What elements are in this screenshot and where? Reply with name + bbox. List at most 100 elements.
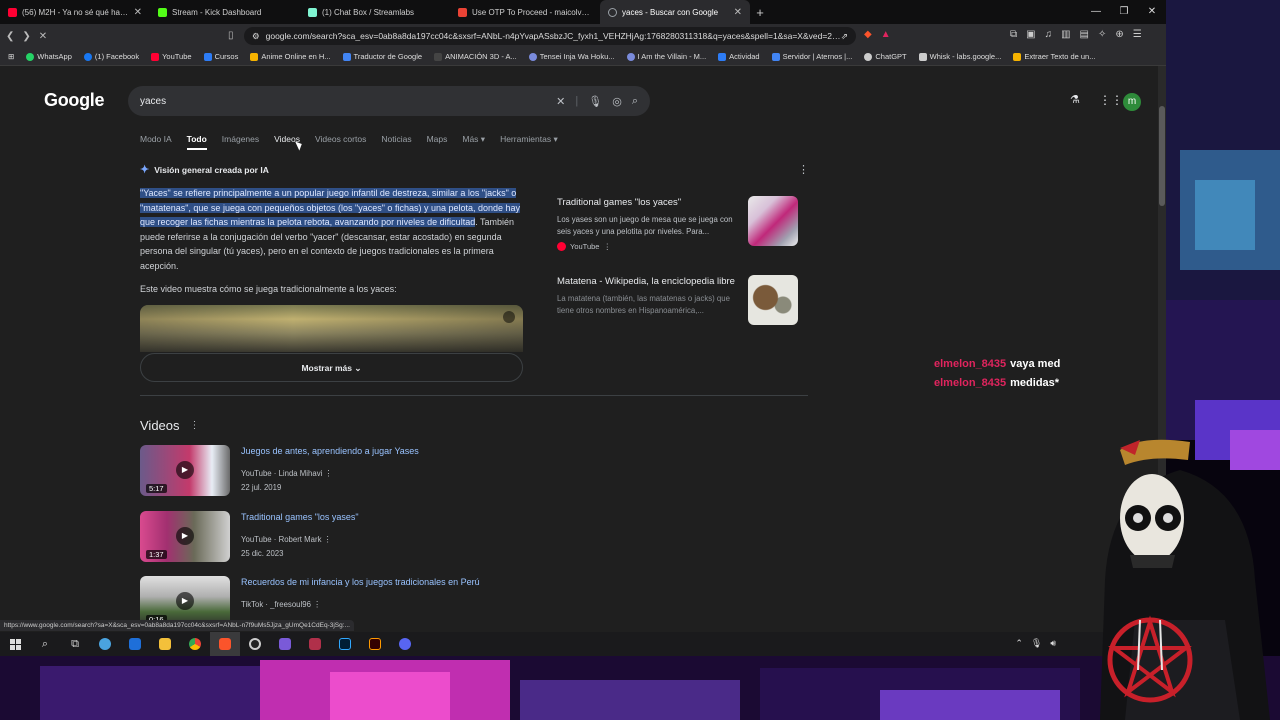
- video-thumbnail[interactable]: ▶ 1:37: [140, 511, 230, 562]
- browser-tab[interactable]: Use OTP To Proceed - maicolvg.2002: [450, 0, 600, 24]
- new-tab-button[interactable]: +: [750, 5, 770, 20]
- back-icon[interactable]: ❮: [6, 31, 14, 42]
- bookmark[interactable]: YouTube: [151, 52, 192, 61]
- more-options-icon[interactable]: ⋮: [190, 420, 200, 431]
- brave-shield-icon[interactable]: ◆: [864, 29, 872, 40]
- forward-icon[interactable]: ❯: [22, 31, 30, 42]
- sidebar-icon[interactable]: ▥: [1061, 29, 1070, 40]
- address-url[interactable]: google.com/search?sca_esv=0ab8a8da197cc0…: [266, 31, 841, 41]
- lens-icon[interactable]: ◎: [612, 95, 622, 108]
- ai-icon[interactable]: ✧: [1098, 29, 1106, 40]
- bookmark[interactable]: ChatGPT: [864, 52, 907, 61]
- source-card[interactable]: Traditional games "los yaces" Los yases …: [557, 196, 802, 251]
- more-options-icon[interactable]: ⋮: [324, 535, 332, 544]
- more-options-icon[interactable]: ⋮: [325, 469, 333, 478]
- file-explorer-icon[interactable]: [150, 632, 180, 656]
- apps-grid-icon[interactable]: ⋮⋮: [1099, 93, 1123, 107]
- illustrator-icon[interactable]: [360, 632, 390, 656]
- video-result[interactable]: ▶ 5:17 Juegos de antes, aprendiendo a ju…: [140, 445, 540, 497]
- bookmark[interactable]: ANIMACIÓN 3D - A...: [434, 52, 517, 61]
- bookmark[interactable]: Tensei Inja Wa Hoku...: [528, 52, 615, 61]
- more-options-icon[interactable]: ⋮: [603, 242, 611, 251]
- embedded-video-thumbnail[interactable]: [140, 305, 523, 352]
- bookmark[interactable]: Whisk - labs.google...: [918, 52, 1001, 61]
- app-icon[interactable]: [300, 632, 330, 656]
- video-thumbnail[interactable]: ▶ 5:17: [140, 445, 230, 496]
- bookmark[interactable]: WhatsApp: [26, 52, 72, 61]
- mic-icon[interactable]: 🎙︎: [1031, 638, 1042, 649]
- bookmark[interactable]: Traductor de Google: [342, 52, 422, 61]
- tab-modo-ia[interactable]: Modo IA: [140, 134, 172, 150]
- site-info-icon[interactable]: ⚙: [252, 31, 260, 42]
- apps-icon[interactable]: ⊞: [8, 52, 14, 61]
- tab-herramientas[interactable]: Herramientas ▾: [500, 134, 558, 150]
- task-view-icon[interactable]: ⧉: [60, 632, 90, 656]
- source-card[interactable]: Matatena - Wikipedia, la enciclopedia li…: [557, 275, 802, 325]
- search-icon[interactable]: ⌕: [30, 632, 60, 656]
- tab-mas[interactable]: Más ▾: [462, 134, 485, 150]
- brave-rewards-icon[interactable]: ▲: [881, 29, 891, 40]
- music-icon[interactable]: ♫: [1045, 29, 1053, 40]
- app-icon[interactable]: [90, 632, 120, 656]
- tab-maps[interactable]: Maps: [427, 134, 448, 150]
- tab-videos-cortos[interactable]: Videos cortos: [315, 134, 366, 150]
- chrome-icon[interactable]: [180, 632, 210, 656]
- photoshop-icon[interactable]: [330, 632, 360, 656]
- clear-icon[interactable]: ✕: [556, 95, 565, 108]
- brave-icon[interactable]: [210, 632, 240, 656]
- bookmark[interactable]: Servidor | Aternos |...: [771, 52, 852, 61]
- source-title[interactable]: Matatena - Wikipedia, la enciclopedia li…: [557, 275, 737, 289]
- wallet-icon[interactable]: ▣: [1026, 29, 1035, 40]
- show-more-button[interactable]: Mostrar más ⌄: [140, 353, 523, 382]
- tab-todo[interactable]: Todo: [186, 134, 207, 150]
- bookmark[interactable]: Cursos: [203, 52, 238, 61]
- source-title[interactable]: Traditional games "los yaces": [557, 196, 737, 210]
- labs-icon[interactable]: ⚗: [1070, 93, 1080, 106]
- expand-icon[interactable]: [503, 311, 515, 323]
- play-icon[interactable]: ▶: [176, 592, 194, 610]
- wallet-icon[interactable]: ▤: [1080, 29, 1089, 40]
- discord-icon[interactable]: [390, 632, 420, 656]
- bookmark[interactable]: (1) Facebook: [83, 52, 139, 61]
- browser-tab[interactable]: Stream - Kick Dashboard: [150, 0, 300, 24]
- search-box[interactable]: yaces ✕ | 🎙︎ ◎ ⌕: [128, 86, 650, 116]
- search-input[interactable]: yaces: [140, 96, 556, 107]
- close-icon[interactable]: ✕: [134, 7, 142, 18]
- browser-tab[interactable]: (56) M2H - Ya no sé qué hacer - ✕: [0, 0, 150, 24]
- tab-imagenes[interactable]: Imágenes: [222, 134, 259, 150]
- obs-icon[interactable]: [240, 632, 270, 656]
- volume-icon[interactable]: 🔊︎: [1050, 638, 1056, 649]
- close-window-icon[interactable]: ✕: [1138, 0, 1166, 24]
- video-title[interactable]: Recuerdos de mi infancia y los juegos tr…: [241, 577, 480, 587]
- close-icon[interactable]: ✕: [734, 7, 742, 18]
- browser-tab-active[interactable]: yaces - Buscar con Google ✕: [600, 0, 750, 24]
- bookmark[interactable]: Actividad: [718, 52, 760, 61]
- stop-loading-icon[interactable]: ✕: [39, 31, 47, 42]
- maximize-icon[interactable]: ❐: [1110, 0, 1138, 24]
- avatar[interactable]: m: [1123, 93, 1141, 111]
- chevron-up-icon[interactable]: ⌃: [1015, 638, 1023, 649]
- address-bar[interactable]: ⚙ google.com/search?sca_esv=0ab8a8da197c…: [244, 27, 856, 45]
- play-icon[interactable]: ▶: [176, 527, 194, 545]
- more-options-icon[interactable]: ⋮: [798, 163, 809, 176]
- video-result[interactable]: ▶ 1:37 Traditional games "los yases" You…: [140, 511, 540, 563]
- google-logo[interactable]: Google: [44, 90, 105, 111]
- play-icon[interactable]: ▶: [176, 461, 194, 479]
- browser-tab[interactable]: (1) Chat Box / Streamlabs: [300, 0, 450, 24]
- app-icon[interactable]: [120, 632, 150, 656]
- tab-noticias[interactable]: Noticias: [381, 134, 411, 150]
- bookmark-icon[interactable]: ▯: [228, 30, 234, 41]
- source-thumbnail[interactable]: [748, 275, 798, 325]
- more-options-icon[interactable]: ⋮: [313, 600, 321, 609]
- share-icon[interactable]: ⇗: [841, 31, 848, 42]
- mic-icon[interactable]: 🎙︎: [588, 95, 602, 108]
- app-icon[interactable]: [270, 632, 300, 656]
- bookmark[interactable]: Anime Online en H...: [250, 52, 331, 61]
- menu-icon[interactable]: ☰: [1133, 29, 1142, 40]
- bookmark[interactable]: I Am the Villain - M...: [626, 52, 706, 61]
- extension-icon[interactable]: ⧉: [1010, 29, 1017, 40]
- video-title[interactable]: Traditional games "los yases": [241, 512, 359, 522]
- video-title[interactable]: Juegos de antes, aprendiendo a jugar Yas…: [241, 446, 419, 456]
- minimize-icon[interactable]: —: [1082, 0, 1110, 24]
- windows-start-icon[interactable]: [0, 632, 30, 656]
